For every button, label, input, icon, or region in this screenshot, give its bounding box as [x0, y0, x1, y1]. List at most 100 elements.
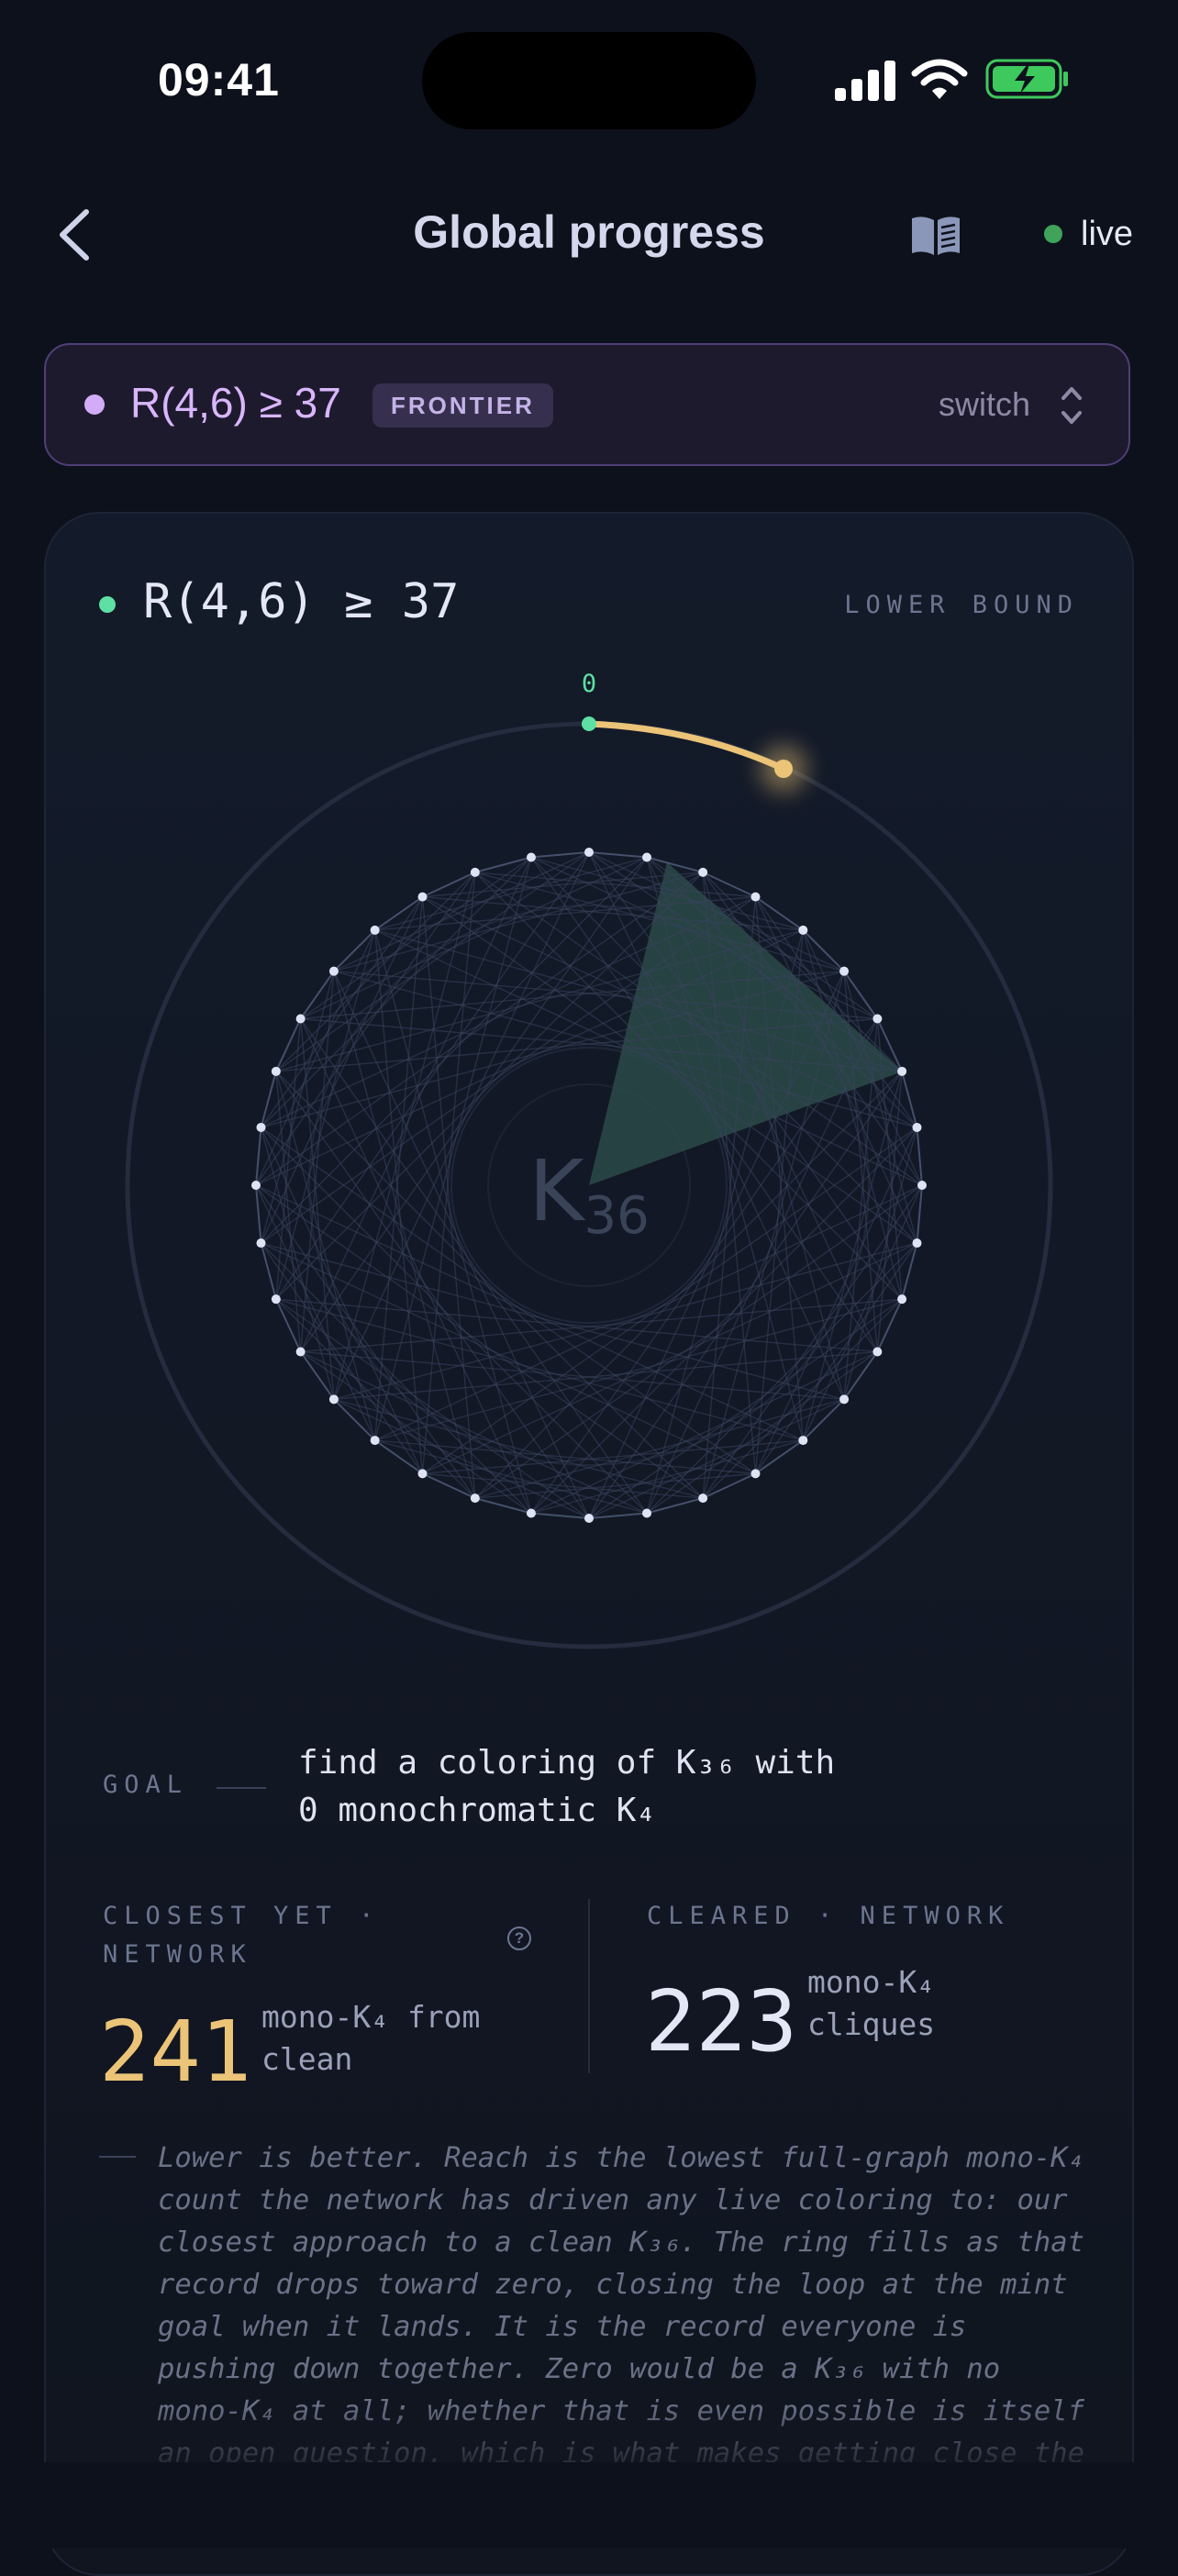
cleared-unit: mono-K₄ cliques: [807, 1964, 936, 2042]
book-icon[interactable]: [908, 213, 963, 259]
card-title: R(4,6) ≥ 37: [143, 574, 460, 629]
ring-start-label: 0: [582, 670, 596, 698]
graph-vertex: [642, 1508, 652, 1518]
chevron-up-down-icon[interactable]: [1060, 383, 1084, 427]
graph-vertex: [584, 1514, 594, 1523]
graph-edge: [260, 1127, 335, 1400]
stats-divider: [588, 1899, 590, 2073]
graph-vertex: [917, 1181, 927, 1190]
graph-edge: [261, 1127, 756, 1474]
cleared-value: 223: [645, 1972, 798, 2071]
bottom-safe-area: [0, 2462, 1178, 2548]
explanation-text: Lower is better. Reach is the lowest ful…: [158, 2142, 1084, 2462]
graph-edge: [843, 971, 918, 1244]
graph-edge: [275, 1071, 302, 1352]
graph-vertex: [872, 1347, 883, 1357]
explanation-divider: [99, 2156, 136, 2158]
graph-vertex: [897, 1066, 907, 1076]
graph-edge: [474, 872, 756, 898]
graph-edge: [300, 1350, 532, 1515]
graph-vertex: [526, 852, 536, 862]
graph-vertex: [370, 1436, 380, 1446]
graph-vertex: [798, 1436, 808, 1446]
graph-vertex: [750, 892, 761, 902]
graph-vertex: [295, 1014, 306, 1024]
graph-vertex: [328, 1394, 339, 1405]
closest-yet-label: CLOSEST YET · NETWORK: [103, 1902, 381, 1969]
graph-edge: [374, 856, 648, 931]
status-dot: [99, 596, 116, 613]
graph-vertex: [584, 848, 594, 857]
graph-edge: [802, 1071, 903, 1441]
cleared-label: CLEARED · NETWORK: [647, 1902, 1010, 1930]
graph-edge: [474, 1472, 756, 1499]
graph-edge: [300, 856, 532, 1020]
graph-vertex: [470, 1493, 480, 1504]
graph-vertex: [912, 1238, 922, 1249]
live-indicator-dot: [1044, 225, 1062, 243]
bound-type-label: LOWER BOUND: [844, 591, 1079, 619]
status-time: 09:41: [158, 54, 280, 105]
help-icon[interactable]: ?: [507, 1926, 531, 1950]
graph-vertex: [642, 852, 652, 862]
graph-edge: [260, 896, 424, 1128]
problem-dot: [84, 394, 105, 415]
graph-edge: [422, 1472, 704, 1499]
selected-problem: R(4,6) ≥ 37: [130, 379, 341, 427]
graph-edge: [843, 1127, 918, 1400]
graph-vertex: [698, 867, 708, 877]
graph-vertex: [839, 1394, 850, 1405]
graph-vertex: [417, 1469, 428, 1479]
graph-edge: [300, 857, 648, 1352]
wifi-icon: [911, 59, 968, 99]
graph-vertex: [370, 925, 380, 935]
progress-arc: [585, 720, 787, 772]
graph-edge: [754, 1242, 918, 1474]
graph-vertex: [698, 1493, 708, 1504]
battery-charging-icon: [985, 59, 1068, 99]
graph-edge: [300, 1018, 648, 1514]
graph-edge: [422, 1127, 917, 1474]
closest-yet-unit: mono-K₄ from clean: [261, 1999, 481, 2077]
dynamic-island: [422, 32, 756, 129]
graph-edge: [260, 971, 335, 1244]
graph-edge: [530, 1439, 804, 1515]
goal-label: GOAL: [103, 1771, 189, 1799]
graph-edge: [876, 1071, 903, 1352]
graph-vertex: [897, 1294, 907, 1305]
switch-label[interactable]: switch: [939, 385, 1030, 424]
graph-edge: [646, 1350, 878, 1515]
graph-vertex: [271, 1066, 281, 1076]
graph-edge: [374, 1439, 648, 1515]
graph-vertex: [417, 892, 428, 902]
graph-edge: [275, 1018, 302, 1300]
graph-edge: [260, 1242, 424, 1474]
cellular-signal-icon: [835, 59, 895, 101]
graph-edge: [275, 929, 376, 1300]
graph-vertex: [295, 1347, 306, 1357]
graph-edge: [802, 929, 903, 1300]
graph-edge: [275, 1071, 376, 1441]
progress-ring-visualization: K36 0: [125, 670, 1053, 1649]
graph-vertex: [271, 1294, 281, 1305]
goal-marker: [582, 716, 596, 731]
graph-vertex: [750, 1469, 761, 1479]
graph-vertex: [251, 1181, 261, 1190]
graph-vertex: [256, 1122, 266, 1132]
graph-vertex: [328, 966, 339, 976]
graph-edge: [333, 1398, 704, 1499]
frontier-badge: FRONTIER: [372, 383, 553, 427]
live-label: live: [1081, 215, 1134, 253]
graph-vertex: [470, 867, 480, 877]
graph-vertex: [839, 966, 850, 976]
progress-end-marker: [774, 760, 793, 778]
graph-vertex: [872, 1014, 883, 1024]
graph-vertex: [912, 1122, 922, 1132]
graph-vertex: [526, 1508, 536, 1518]
graph-vertex: [798, 925, 808, 935]
closest-yet-value: 241: [99, 2003, 252, 2101]
page-title: Global progress: [413, 206, 765, 258]
graph-vertex: [256, 1238, 266, 1249]
graph-edge: [474, 1398, 845, 1499]
goal-divider: [217, 1787, 266, 1789]
